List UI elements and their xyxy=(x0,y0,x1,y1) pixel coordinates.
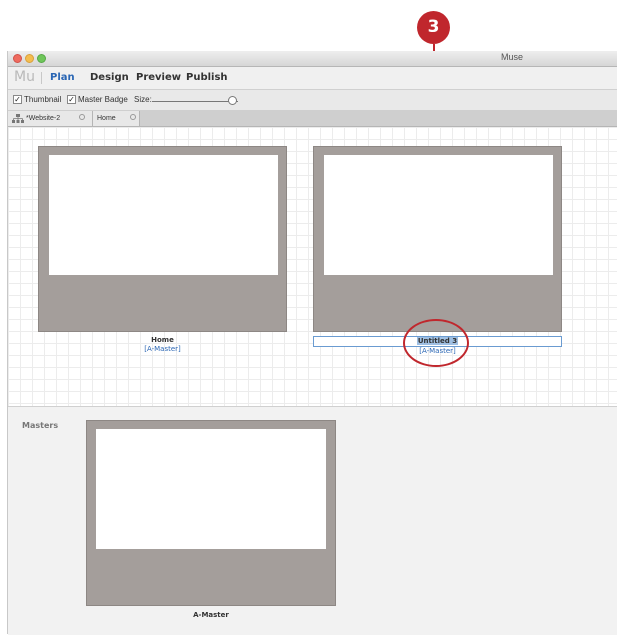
size-slider-track[interactable] xyxy=(152,101,238,102)
logo-divider xyxy=(41,72,42,84)
page-master-badge-home: [A-Master] xyxy=(144,345,181,353)
master-name-a-master[interactable]: A-Master xyxy=(86,611,336,619)
page-thumbnail-home[interactable] xyxy=(38,146,287,332)
mode-plan-button[interactable]: Plan xyxy=(50,72,75,83)
page-thumbnail-home-content xyxy=(49,155,278,275)
page-thumbnail-untitled-3-content xyxy=(324,155,553,275)
step-callout-badge: 3 xyxy=(417,11,450,44)
plan-canvas[interactable]: Home [A-Master] Untitled 3 [A-Master] xyxy=(8,127,617,406)
size-label: Size: xyxy=(134,95,152,104)
tab-home-label: Home xyxy=(97,115,116,122)
master-badge-label: Master Badge xyxy=(78,95,128,104)
window-title: Muse xyxy=(500,52,523,62)
sitemap-icon xyxy=(12,114,24,123)
callout-highlight-ring xyxy=(403,319,469,367)
mode-bar: Mu Plan Design Preview Publish xyxy=(8,67,617,90)
close-tab-home-icon[interactable] xyxy=(130,114,136,120)
close-tab-website-2-icon[interactable] xyxy=(79,114,85,120)
tab-website-2-label: *Website-2 xyxy=(26,115,61,122)
document-tab-bar: *Website-2 Home xyxy=(8,110,617,127)
master-thumbnail-a-master-content xyxy=(96,429,326,549)
size-slider-knob[interactable] xyxy=(228,96,237,105)
page-thumbnail-untitled-3[interactable] xyxy=(313,146,562,332)
masters-panel: Masters A-Master xyxy=(8,406,617,635)
page-name-home[interactable]: Home xyxy=(38,336,287,344)
mode-design-button[interactable]: Design xyxy=(90,72,129,83)
options-bar: ✓ Thumbnail ✓ Master Badge Size: xyxy=(8,90,617,111)
master-badge-checkbox[interactable]: ✓ xyxy=(67,95,76,104)
muse-window: Muse Mu Plan Design Preview Publish ✓ Th… xyxy=(7,51,617,635)
mode-preview-button[interactable]: Preview xyxy=(136,72,181,83)
title-bar: Muse xyxy=(8,51,617,67)
muse-logo: Mu xyxy=(14,69,35,85)
thumbnail-label: Thumbnail xyxy=(24,95,62,104)
mode-publish-button[interactable]: Publish xyxy=(186,72,228,83)
master-thumbnail-a-master[interactable] xyxy=(86,420,336,606)
masters-section-label: Masters xyxy=(22,421,59,430)
thumbnail-checkbox[interactable]: ✓ xyxy=(13,95,22,104)
